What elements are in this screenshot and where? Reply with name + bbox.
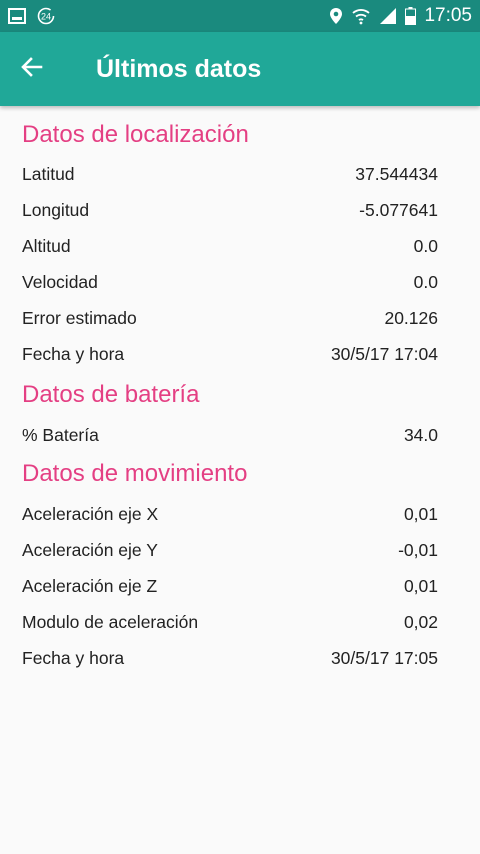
row-aceleracion-z: Aceleración eje Z 0,01 xyxy=(22,568,438,604)
row-value: 0,01 xyxy=(403,503,438,524)
status-bar: 24 17:05 xyxy=(0,0,480,32)
row-value: -5.077641 xyxy=(359,199,438,220)
row-velocidad: Velocidad 0.0 xyxy=(22,264,438,300)
row-modulo-aceleracion: Modulo de aceleración 0,02 xyxy=(22,604,438,640)
row-label: Velocidad xyxy=(22,271,98,292)
section-title-localizacion: Datos de localización xyxy=(22,121,249,148)
row-fecha-hora-localizacion: Fecha y hora 30/5/17 17:04 xyxy=(22,336,438,372)
row-value: -0,01 xyxy=(398,539,438,560)
row-aceleracion-y: Aceleración eje Y -0,01 xyxy=(22,532,438,568)
section-title-bateria: Datos de batería xyxy=(22,381,200,408)
back-button[interactable] xyxy=(0,32,64,106)
row-error-estimado: Error estimado 20.126 xyxy=(22,300,438,336)
row-value: 0,01 xyxy=(403,575,438,596)
row-label: Fecha y hora xyxy=(22,343,125,364)
row-label: Altitud xyxy=(22,235,71,256)
data-saver-24-icon: 24 xyxy=(36,6,56,26)
row-fecha-hora-movimiento: Fecha y hora 30/5/17 17:05 xyxy=(22,640,438,676)
row-value: 30/5/17 17:05 xyxy=(330,647,438,668)
row-label: Aceleración eje Y xyxy=(22,539,158,560)
page-title: Últimos datos xyxy=(96,54,262,83)
row-label: Fecha y hora xyxy=(22,647,125,668)
row-value: 0.0 xyxy=(413,271,438,292)
row-label: Modulo de aceleración xyxy=(22,611,199,632)
arrow-left-icon xyxy=(20,55,44,84)
location-icon xyxy=(329,7,343,25)
svg-text:24: 24 xyxy=(41,12,51,22)
row-label: Latitud xyxy=(22,163,75,184)
wifi-icon xyxy=(351,7,371,25)
row-value: 34.0 xyxy=(403,424,438,445)
row-longitud: Longitud -5.077641 xyxy=(22,192,438,228)
status-time: 17:05 xyxy=(424,5,472,26)
status-right-icons: 17:05 xyxy=(329,5,472,27)
row-label: Longitud xyxy=(22,199,90,220)
row-value: 20.126 xyxy=(384,307,438,328)
row-label: Aceleración eje X xyxy=(22,503,159,524)
row-label: Error estimado xyxy=(22,307,137,328)
row-value: 37.544434 xyxy=(355,163,438,184)
row-value: 30/5/17 17:04 xyxy=(330,343,438,364)
battery-icon xyxy=(405,7,417,25)
status-left-icons: 24 xyxy=(8,6,56,26)
row-label: % Batería xyxy=(22,424,99,445)
row-value: 0,02 xyxy=(403,611,438,632)
row-latitud: Latitud 37.544434 xyxy=(22,156,438,192)
app-bar: Últimos datos xyxy=(0,32,480,106)
signal-icon xyxy=(379,7,397,25)
section-title-movimiento: Datos de movimiento xyxy=(22,460,248,487)
row-aceleracion-x: Aceleración eje X 0,01 xyxy=(22,496,438,532)
row-value: 0.0 xyxy=(413,235,438,256)
row-label: Aceleración eje Z xyxy=(22,575,158,596)
gallery-notification-icon xyxy=(8,8,26,24)
row-bateria: % Batería 34.0 xyxy=(22,417,438,453)
row-altitud: Altitud 0.0 xyxy=(22,228,438,264)
